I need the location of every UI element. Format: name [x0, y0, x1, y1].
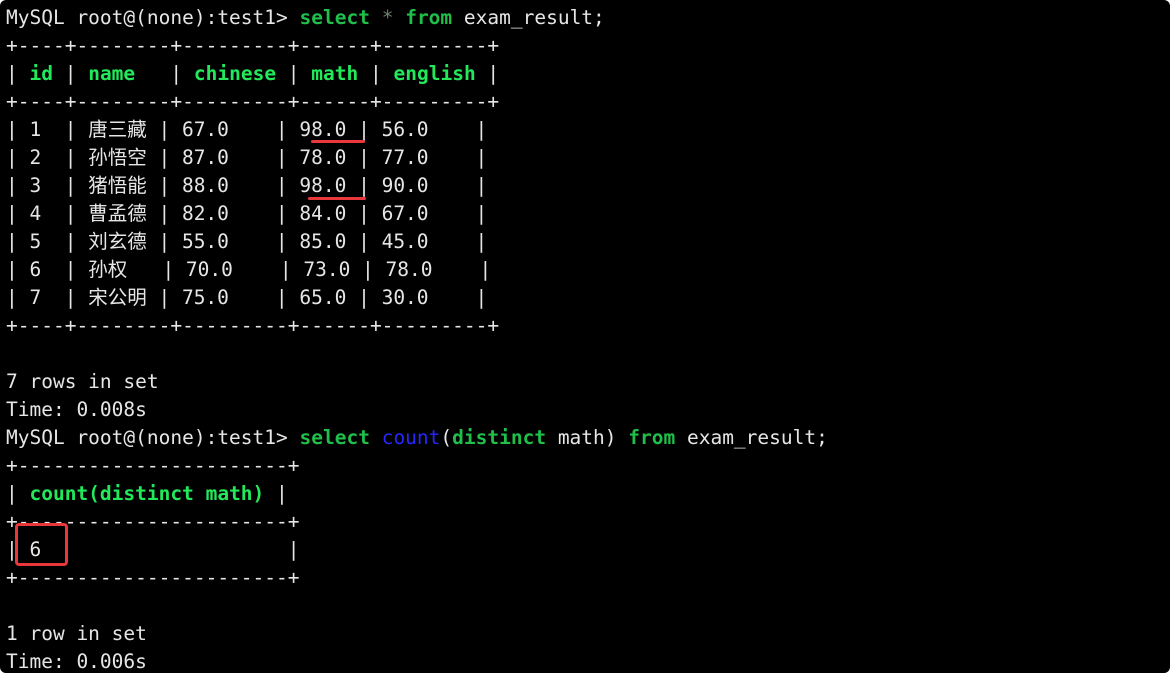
cell-math: 65.0 [299, 286, 347, 309]
cell-math: 73.0 [303, 258, 351, 281]
query-table: exam_result; [675, 426, 828, 449]
query-table: exam_result; [452, 6, 605, 29]
table-border-bottom: +-----------------------+ [6, 566, 300, 589]
cell-id: 2 [29, 146, 42, 169]
cell-english: 67.0 [381, 202, 429, 225]
table-header-row: | id | name | chinese | math | english | [6, 62, 500, 85]
cell-english: 56.0 [381, 118, 429, 141]
column-header-name: name [88, 62, 136, 85]
command-line-1: MySQL root@(none):test1> select * from e… [6, 4, 605, 32]
cell-english: 45.0 [381, 230, 429, 253]
column-header-english: english [393, 62, 476, 85]
cell-name: 唐三藏 [88, 118, 147, 141]
query-time: Time: 0.006s [6, 650, 147, 673]
table-row: | 2 | 孙悟空 | 87.0 | 78.0 | 77.0 | [6, 146, 488, 169]
table-border-header: +----+--------+---------+------+--------… [6, 90, 500, 113]
wildcard: * [381, 6, 394, 29]
table-row: | 1 | 唐三藏 | 67.0 | 98.0 | 56.0 | [6, 118, 488, 141]
table-row: | 4 | 曹孟德 | 82.0 | 84.0 | 67.0 | [6, 202, 488, 225]
cell-math: 85.0 [299, 230, 347, 253]
cell-english: 77.0 [381, 146, 429, 169]
command-line-2: MySQL root@(none):test1> select count(di… [6, 424, 828, 452]
cell-math: 78.0 [299, 146, 347, 169]
table-border-top: +----+--------+---------+------+--------… [6, 34, 500, 57]
highlight-box [15, 523, 68, 566]
table-row: | 3 | 猪悟能 | 88.0 | 98.0 | 90.0 | [6, 174, 488, 197]
table-row: | 6 | 孙权 | 70.0 | 73.0 | 78.0 | [6, 258, 492, 281]
result-status: 7 rows in set [6, 370, 159, 393]
cell-chinese: 75.0 [181, 286, 229, 309]
cell-id: 6 [29, 258, 42, 281]
table-border-top: +-----------------------+ [6, 454, 300, 477]
cell-id: 3 [29, 174, 42, 197]
table-border-bottom: +----+--------+---------+------+--------… [6, 314, 500, 337]
column-header-count: count(distinct math) [29, 482, 265, 505]
column-header-chinese: chinese [193, 62, 277, 85]
cell-english: 78.0 [385, 258, 433, 281]
table-header-row: | count(distinct math) | [6, 482, 288, 505]
table-row: | 5 | 刘玄德 | 55.0 | 85.0 | 45.0 | [6, 230, 488, 253]
prompt: MySQL root@(none):test1> [6, 6, 300, 29]
cell-chinese: 70.0 [185, 258, 233, 281]
keyword-select: select [299, 426, 370, 449]
cell-chinese: 55.0 [181, 230, 229, 253]
cell-id: 4 [29, 202, 42, 225]
query-time: Time: 0.008s [6, 398, 147, 421]
cell-id: 7 [29, 286, 42, 309]
result-status: 1 row in set [6, 622, 147, 645]
cell-name: 孙权 [88, 258, 128, 281]
cell-english: 30.0 [381, 286, 429, 309]
column-header-math: math [311, 62, 359, 85]
cell-id: 1 [29, 118, 42, 141]
paren: ( [440, 426, 453, 449]
cell-name: 宋公明 [88, 286, 147, 309]
query-column: math) [546, 426, 629, 449]
cell-name: 猪悟能 [88, 174, 147, 197]
terminal-window[interactable]: MySQL root@(none):test1> select * from e… [0, 0, 1170, 673]
table-row: | 7 | 宋公明 | 75.0 | 65.0 | 30.0 | [6, 286, 488, 309]
highlight-underline [311, 140, 365, 143]
keyword-from: from [628, 426, 676, 449]
cell-name: 曹孟德 [88, 202, 147, 225]
cell-math: 84.0 [299, 202, 347, 225]
cell-id: 5 [29, 230, 42, 253]
cell-chinese: 88.0 [181, 174, 229, 197]
keyword-from: from [405, 6, 453, 29]
prompt: MySQL root@(none):test1> [6, 426, 300, 449]
cell-math: 98.0 [299, 174, 347, 197]
cell-chinese: 67.0 [181, 118, 229, 141]
column-header-id: id [29, 62, 53, 85]
keyword-distinct: distinct [452, 426, 547, 449]
highlight-underline [308, 197, 366, 200]
cell-name: 刘玄德 [88, 230, 147, 253]
cell-name: 孙悟空 [88, 146, 147, 169]
keyword-select: select [299, 6, 370, 29]
cell-chinese: 82.0 [181, 202, 229, 225]
cell-math: 98.0 [299, 118, 347, 141]
function-count: count [381, 426, 441, 449]
cell-english: 90.0 [381, 174, 429, 197]
cell-chinese: 87.0 [181, 146, 229, 169]
